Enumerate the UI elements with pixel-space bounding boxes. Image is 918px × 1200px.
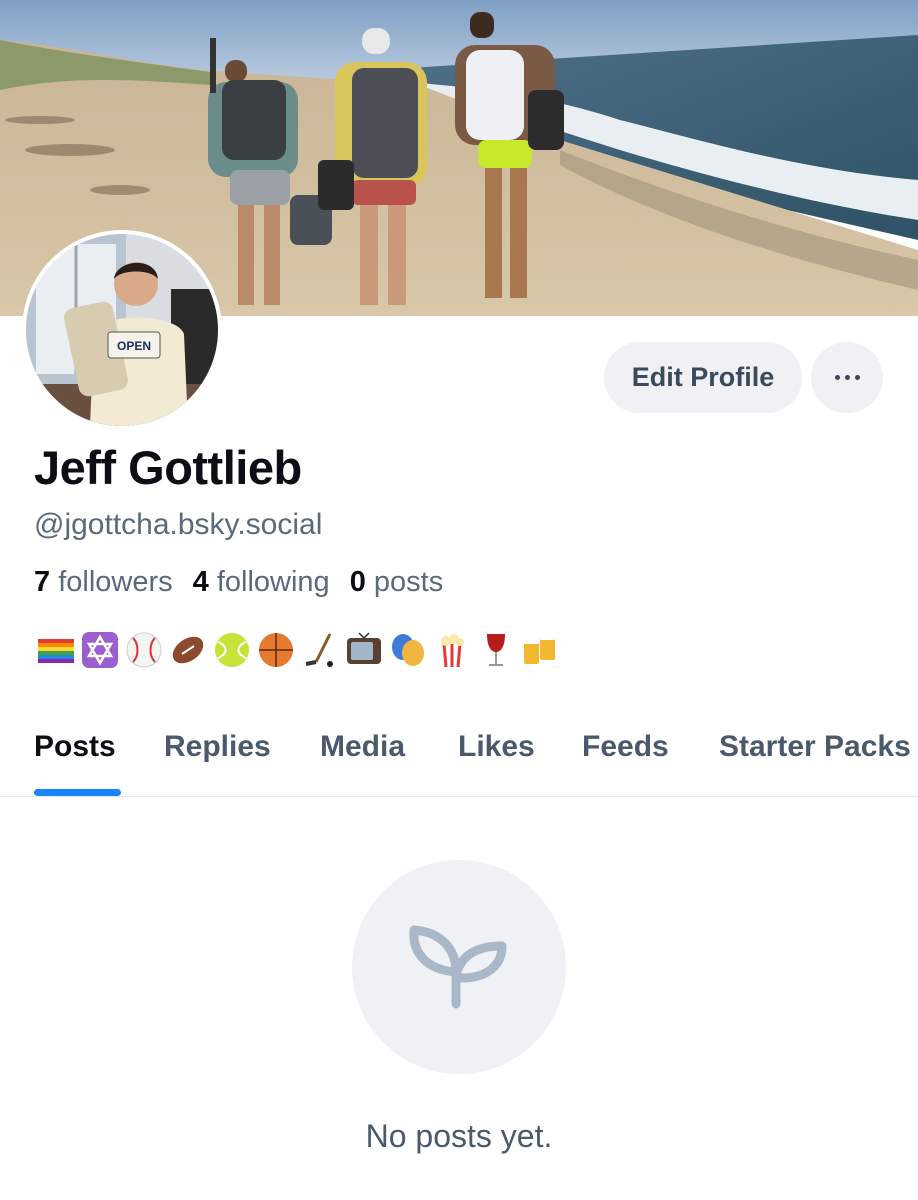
avatar[interactable]: OPEN	[22, 230, 222, 430]
svg-text:OPEN: OPEN	[117, 339, 151, 353]
following-count: 4	[192, 566, 209, 598]
sprout-icon	[409, 925, 507, 1009]
empty-state-message: No posts yet.	[365, 1118, 553, 1154]
wine-glass-icon	[487, 634, 505, 666]
hockey-stick-icon	[305, 633, 333, 667]
edit-profile-button[interactable]: Edit Profile	[604, 342, 802, 413]
more-options-button[interactable]	[811, 342, 883, 413]
profile-handle: @jgottcha.bsky.social	[34, 508, 323, 541]
tab-replies[interactable]: Replies	[164, 730, 271, 764]
posts-stat: 0 posts	[350, 566, 444, 599]
basketball-icon	[259, 633, 293, 667]
avatar-photo: OPEN	[26, 234, 218, 426]
performing-arts-icon	[392, 634, 424, 666]
empty-state-illustration	[352, 860, 566, 1074]
posts-label: posts	[373, 566, 444, 598]
ellipsis-icon	[834, 375, 840, 380]
beer-mugs-icon	[524, 635, 555, 664]
tab-posts[interactable]: Posts	[34, 730, 116, 764]
profile-tabs: Posts Replies Media Likes Feeds Starter …	[0, 712, 918, 797]
baseball-icon	[126, 632, 162, 668]
followers-stat[interactable]: 7 followers	[34, 566, 173, 599]
tab-starter-packs[interactable]: Starter Packs	[719, 730, 911, 764]
ellipsis-icon-dot	[854, 375, 860, 380]
profile-stats: 7 followers 4 following 0 posts	[34, 566, 443, 599]
followers-count: 7	[34, 566, 51, 598]
rainbow-flag-icon	[38, 639, 74, 663]
tab-media[interactable]: Media	[320, 730, 405, 764]
tab-feeds[interactable]: Feeds	[582, 730, 669, 764]
television-icon	[347, 632, 381, 664]
profile-bio	[36, 628, 560, 672]
followers-label: followers	[58, 566, 173, 598]
american-football-icon	[172, 636, 204, 664]
posts-count: 0	[349, 566, 366, 598]
display-name: Jeff Gottlieb	[34, 441, 302, 494]
popcorn-icon	[441, 634, 464, 668]
active-tab-indicator	[34, 789, 121, 796]
star-of-david-icon	[82, 632, 118, 668]
following-label: following	[216, 566, 330, 598]
ellipsis-icon-dot	[844, 375, 850, 380]
tab-likes[interactable]: Likes	[458, 730, 535, 764]
tennis-ball-icon	[215, 633, 249, 667]
following-stat[interactable]: 4 following	[193, 566, 330, 599]
